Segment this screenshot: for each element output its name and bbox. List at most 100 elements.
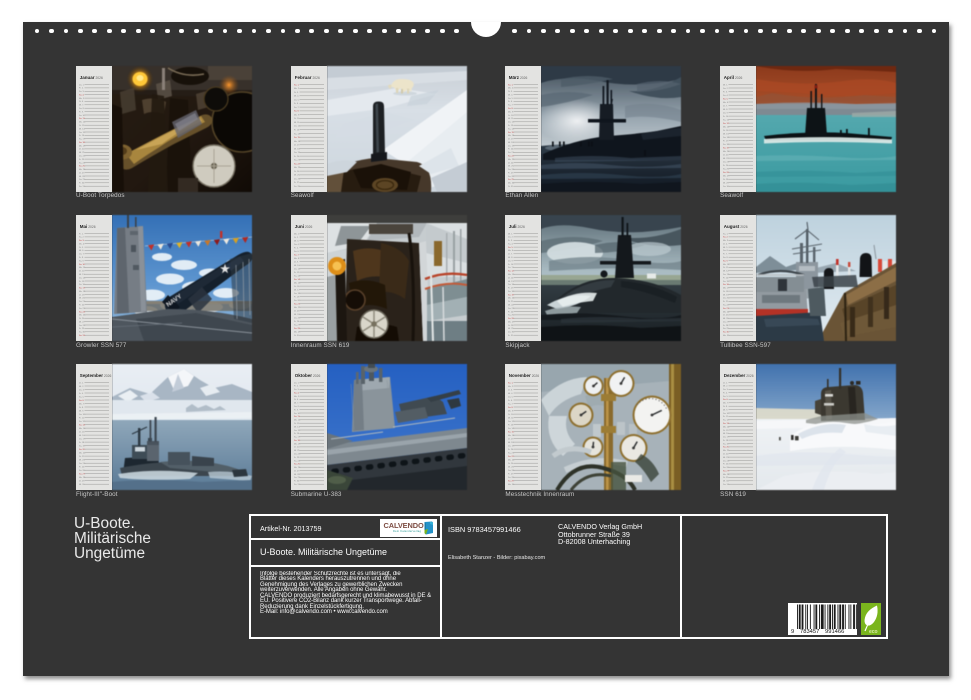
svg-text:Mi. 16.: Mi. 16. xyxy=(723,433,729,435)
svg-text:Di. 10.: Di. 10. xyxy=(508,114,514,116)
svg-text:Mo. 8.: Mo. 8. xyxy=(294,257,300,259)
svg-text:Mo. 3.: Mo. 3. xyxy=(723,240,729,242)
svg-text:Sa. 4.: Sa. 4. xyxy=(723,94,729,96)
svg-text:Di. 21.: Di. 21. xyxy=(508,301,514,303)
svg-text:Mai 2026: Mai 2026 xyxy=(80,224,96,229)
svg-text:Di. 15.: Di. 15. xyxy=(723,430,729,432)
svg-text:Fr. 25.: Fr. 25. xyxy=(723,464,729,466)
svg-text:April 2026: April 2026 xyxy=(724,75,743,80)
svg-text:Di. 1.: Di. 1. xyxy=(79,382,84,384)
svg-text:Fr. 10.: Fr. 10. xyxy=(723,115,729,117)
svg-text:Fr. 10.: Fr. 10. xyxy=(508,263,514,265)
svg-text:Fr. 31.: Fr. 31. xyxy=(508,335,514,337)
svg-text:Mi. 28.: Mi. 28. xyxy=(294,474,300,476)
svg-text:Di. 27.: Di. 27. xyxy=(294,470,300,472)
svg-text:Mo. 7.: Mo. 7. xyxy=(79,403,85,405)
svg-text:Di. 10.: Di. 10. xyxy=(294,118,300,120)
svg-text:Mi. 12.: Mi. 12. xyxy=(723,270,729,272)
svg-text:Sa. 1.: Sa. 1. xyxy=(723,233,729,235)
svg-text:Di. 4.: Di. 4. xyxy=(723,243,728,245)
svg-text:Mo. 5.: Mo. 5. xyxy=(79,97,85,99)
svg-text:So. 4.: So. 4. xyxy=(79,94,85,96)
svg-text:eco: eco xyxy=(869,629,878,635)
svg-text:Mi. 11.: Mi. 11. xyxy=(508,417,514,419)
svg-text:So. 1.: So. 1. xyxy=(508,84,514,86)
svg-text:Do. 5.: Do. 5. xyxy=(294,99,300,101)
svg-text:Di. 11.: Di. 11. xyxy=(723,267,729,269)
svg-text:Mi. 14.: Mi. 14. xyxy=(79,128,85,130)
svg-text:Mi. 22.: Mi. 22. xyxy=(508,304,514,306)
svg-text:Do. 3.: Do. 3. xyxy=(723,389,729,391)
svg-text:Mi. 28.: Mi. 28. xyxy=(79,175,85,177)
svg-text:Di. 3.: Di. 3. xyxy=(508,389,513,391)
svg-text:Fr. 23.: Fr. 23. xyxy=(79,158,85,160)
svg-text:So. 8.: So. 8. xyxy=(508,108,514,110)
svg-text:9: 9 xyxy=(791,629,794,635)
svg-text:Fr. 25.: Fr. 25. xyxy=(79,466,85,468)
svg-text:Fr. 17.: Fr. 17. xyxy=(723,140,729,142)
svg-text:Mi. 6.: Mi. 6. xyxy=(79,250,84,252)
svg-text:Fr. 23.: Fr. 23. xyxy=(294,457,300,459)
svg-text:Mo. 2.: Mo. 2. xyxy=(294,88,300,90)
svg-text:Mi. 4.: Mi. 4. xyxy=(508,94,513,96)
svg-text:Sa. 6.: Sa. 6. xyxy=(294,250,300,252)
svg-text:So. 1.: So. 1. xyxy=(294,84,300,86)
svg-text:Oktober 2026: Oktober 2026 xyxy=(294,373,320,378)
svg-text:Sa. 5.: Sa. 5. xyxy=(79,396,85,398)
svg-text:Mi. 1.: Mi. 1. xyxy=(508,233,513,235)
svg-text:Mo. 2.: Mo. 2. xyxy=(508,87,514,89)
svg-text:Mi. 25.: Mi. 25. xyxy=(294,174,300,176)
svg-text:So. 8.: So. 8. xyxy=(294,110,300,112)
svg-text:Mi. 15.: Mi. 15. xyxy=(723,133,729,135)
svg-text:Do. 1.: Do. 1. xyxy=(79,84,85,86)
svg-text:Mo. 5.: Mo. 5. xyxy=(294,396,300,398)
svg-text:Fr. 7.: Fr. 7. xyxy=(723,253,728,255)
svg-text:Di. 28.: Di. 28. xyxy=(723,179,729,181)
svg-text:Mi. 7.: Mi. 7. xyxy=(79,104,84,106)
svg-text:Do. 5.: Do. 5. xyxy=(508,97,514,99)
svg-text:Fr. 15.: Fr. 15. xyxy=(79,280,85,282)
svg-text:Di. 29.: Di. 29. xyxy=(79,480,85,482)
svg-text:Mi. 19.: Mi. 19. xyxy=(723,294,729,296)
svg-text:Di. 20.: Di. 20. xyxy=(79,148,85,150)
svg-text:Do. 8.: Do. 8. xyxy=(79,108,85,110)
svg-text:Mi. 10.: Mi. 10. xyxy=(294,265,300,267)
svg-text:Di. 19.: Di. 19. xyxy=(79,294,85,296)
svg-text:Fr. 24.: Fr. 24. xyxy=(723,165,729,167)
svg-text:Do. 1.: Do. 1. xyxy=(294,382,300,384)
svg-text:Mi. 8.: Mi. 8. xyxy=(508,257,513,259)
svg-text:Mi. 26.: Mi. 26. xyxy=(723,318,729,320)
svg-text:Mi. 7.: Mi. 7. xyxy=(294,402,299,404)
svg-text:Mi. 18.: Mi. 18. xyxy=(508,141,514,143)
svg-text:Di. 7.: Di. 7. xyxy=(723,105,728,107)
svg-text:Fr. 29.: Fr. 29. xyxy=(79,328,85,330)
svg-text:Fr. 28.: Fr. 28. xyxy=(723,324,729,326)
svg-text:Mi. 21.: Mi. 21. xyxy=(79,152,85,154)
svg-text:Mi. 20.: Mi. 20. xyxy=(79,297,85,299)
svg-text:So. 8.: So. 8. xyxy=(508,407,514,409)
svg-text:Di. 17.: Di. 17. xyxy=(508,438,514,440)
svg-text:Fr. 5.: Fr. 5. xyxy=(294,247,299,249)
svg-text:Fr. 3.: Fr. 3. xyxy=(508,240,513,242)
svg-text:Mi. 4.: Mi. 4. xyxy=(508,393,513,395)
svg-text:So. 1.: So. 1. xyxy=(508,382,514,384)
svg-text:Mo. 9.: Mo. 9. xyxy=(294,114,300,116)
svg-text:Fr. 16.: Fr. 16. xyxy=(294,433,300,435)
svg-text:Do. 4.: Do. 4. xyxy=(294,243,300,245)
svg-text:Di. 1.: Di. 1. xyxy=(723,382,728,384)
svg-text:Mi. 9.: Mi. 9. xyxy=(723,409,728,411)
svg-text:Fr. 18.: Fr. 18. xyxy=(723,440,729,442)
svg-text:Di. 30.: Di. 30. xyxy=(294,335,300,337)
svg-text:Mi. 17.: Mi. 17. xyxy=(294,289,300,291)
svg-text:Fr. 3.: Fr. 3. xyxy=(723,91,728,93)
svg-text:Mo. 9.: Mo. 9. xyxy=(508,410,514,412)
svg-text:Di. 3.: Di. 3. xyxy=(508,91,513,93)
svg-text:Mi. 30.: Mi. 30. xyxy=(723,480,729,482)
svg-text:Mi. 22.: Mi. 22. xyxy=(723,157,729,159)
svg-text:Mo. 1.: Mo. 1. xyxy=(294,233,300,235)
svg-text:Fr. 2.: Fr. 2. xyxy=(79,87,84,89)
svg-text:Di. 22.: Di. 22. xyxy=(79,456,85,458)
svg-text:Mi. 18.: Mi. 18. xyxy=(508,442,514,444)
svg-text:Februar 2026: Februar 2026 xyxy=(294,75,319,80)
svg-text:Fr. 22.: Fr. 22. xyxy=(79,304,85,306)
